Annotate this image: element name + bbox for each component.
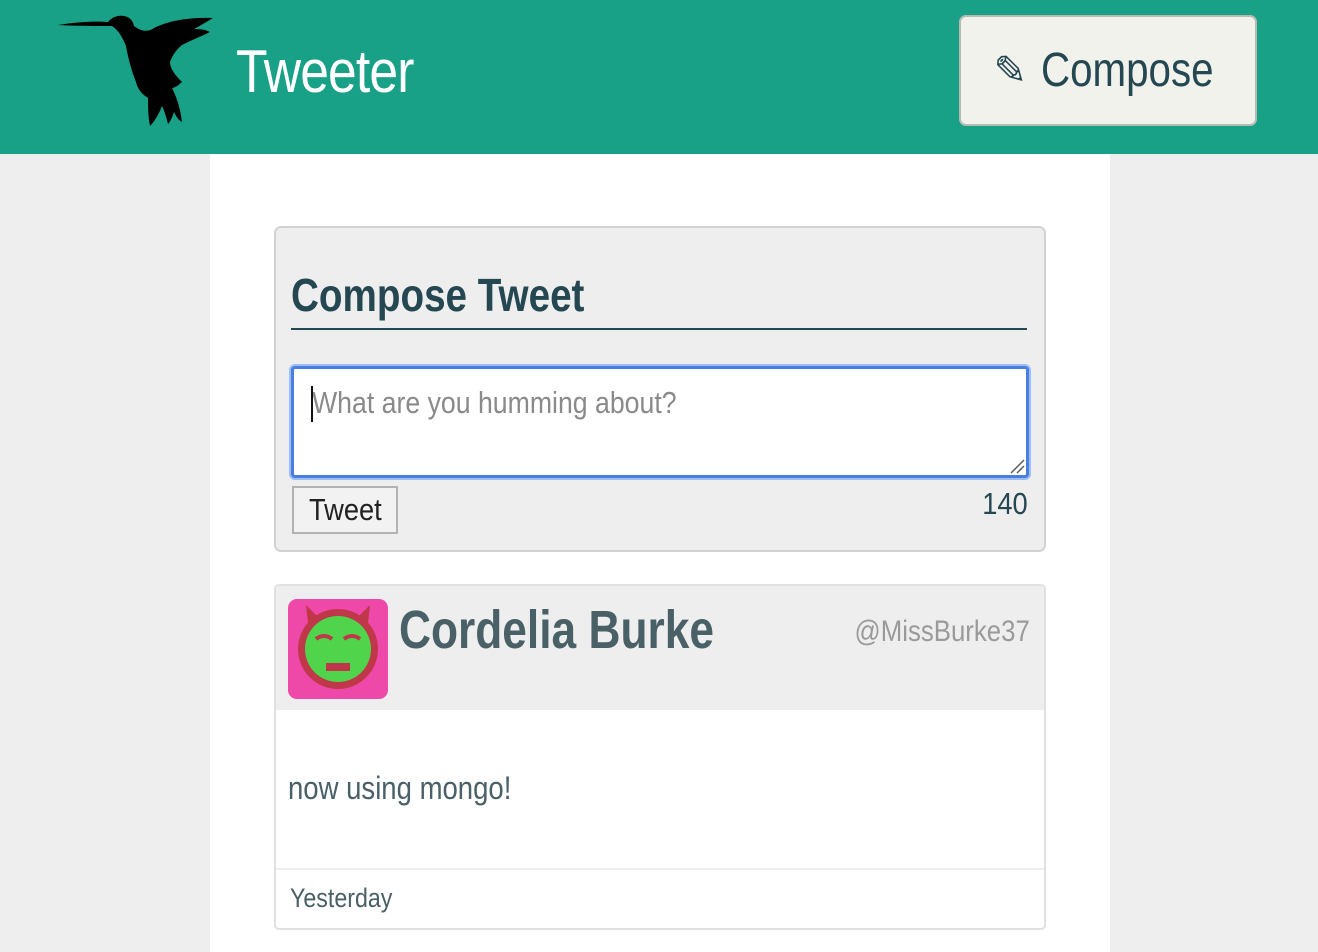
main-container: Compose Tweet What are you humming about… [210,154,1110,952]
compose-button[interactable]: ✎ Compose [959,15,1257,126]
tweet-footer: Yesterday [276,868,1044,928]
tweet-card: Cordelia Burke @MissBurke37 now using mo… [274,584,1046,930]
tweet-author-name: Cordelia Burke [399,600,714,660]
resize-handle-icon[interactable] [1009,458,1025,474]
pencil-icon: ✎ [993,47,1028,94]
text-caret [311,386,313,422]
brand-title: Tweeter [236,38,414,105]
tweet-header: Cordelia Burke @MissBurke37 [276,586,1044,710]
tweet-submit-button[interactable]: Tweet [292,486,398,534]
tweet-submit-label: Tweet [308,492,382,527]
char-counter: 140 [982,486,1028,521]
tweet-timestamp: Yesterday [290,883,393,913]
hummingbird-icon [58,15,213,126]
tweet-content: now using mongo! [288,770,512,806]
new-tweet-panel: Compose Tweet What are you humming about… [274,226,1046,552]
smiley-devil-avatar-icon [288,599,388,699]
compose-heading: Compose Tweet [291,266,1027,330]
tweet-author-handle: @MissBurke37 [854,615,1030,648]
top-nav: Tweeter ✎ Compose [0,0,1318,154]
tweet-text-input[interactable] [291,366,1029,478]
compose-button-label: Compose [1041,43,1214,97]
